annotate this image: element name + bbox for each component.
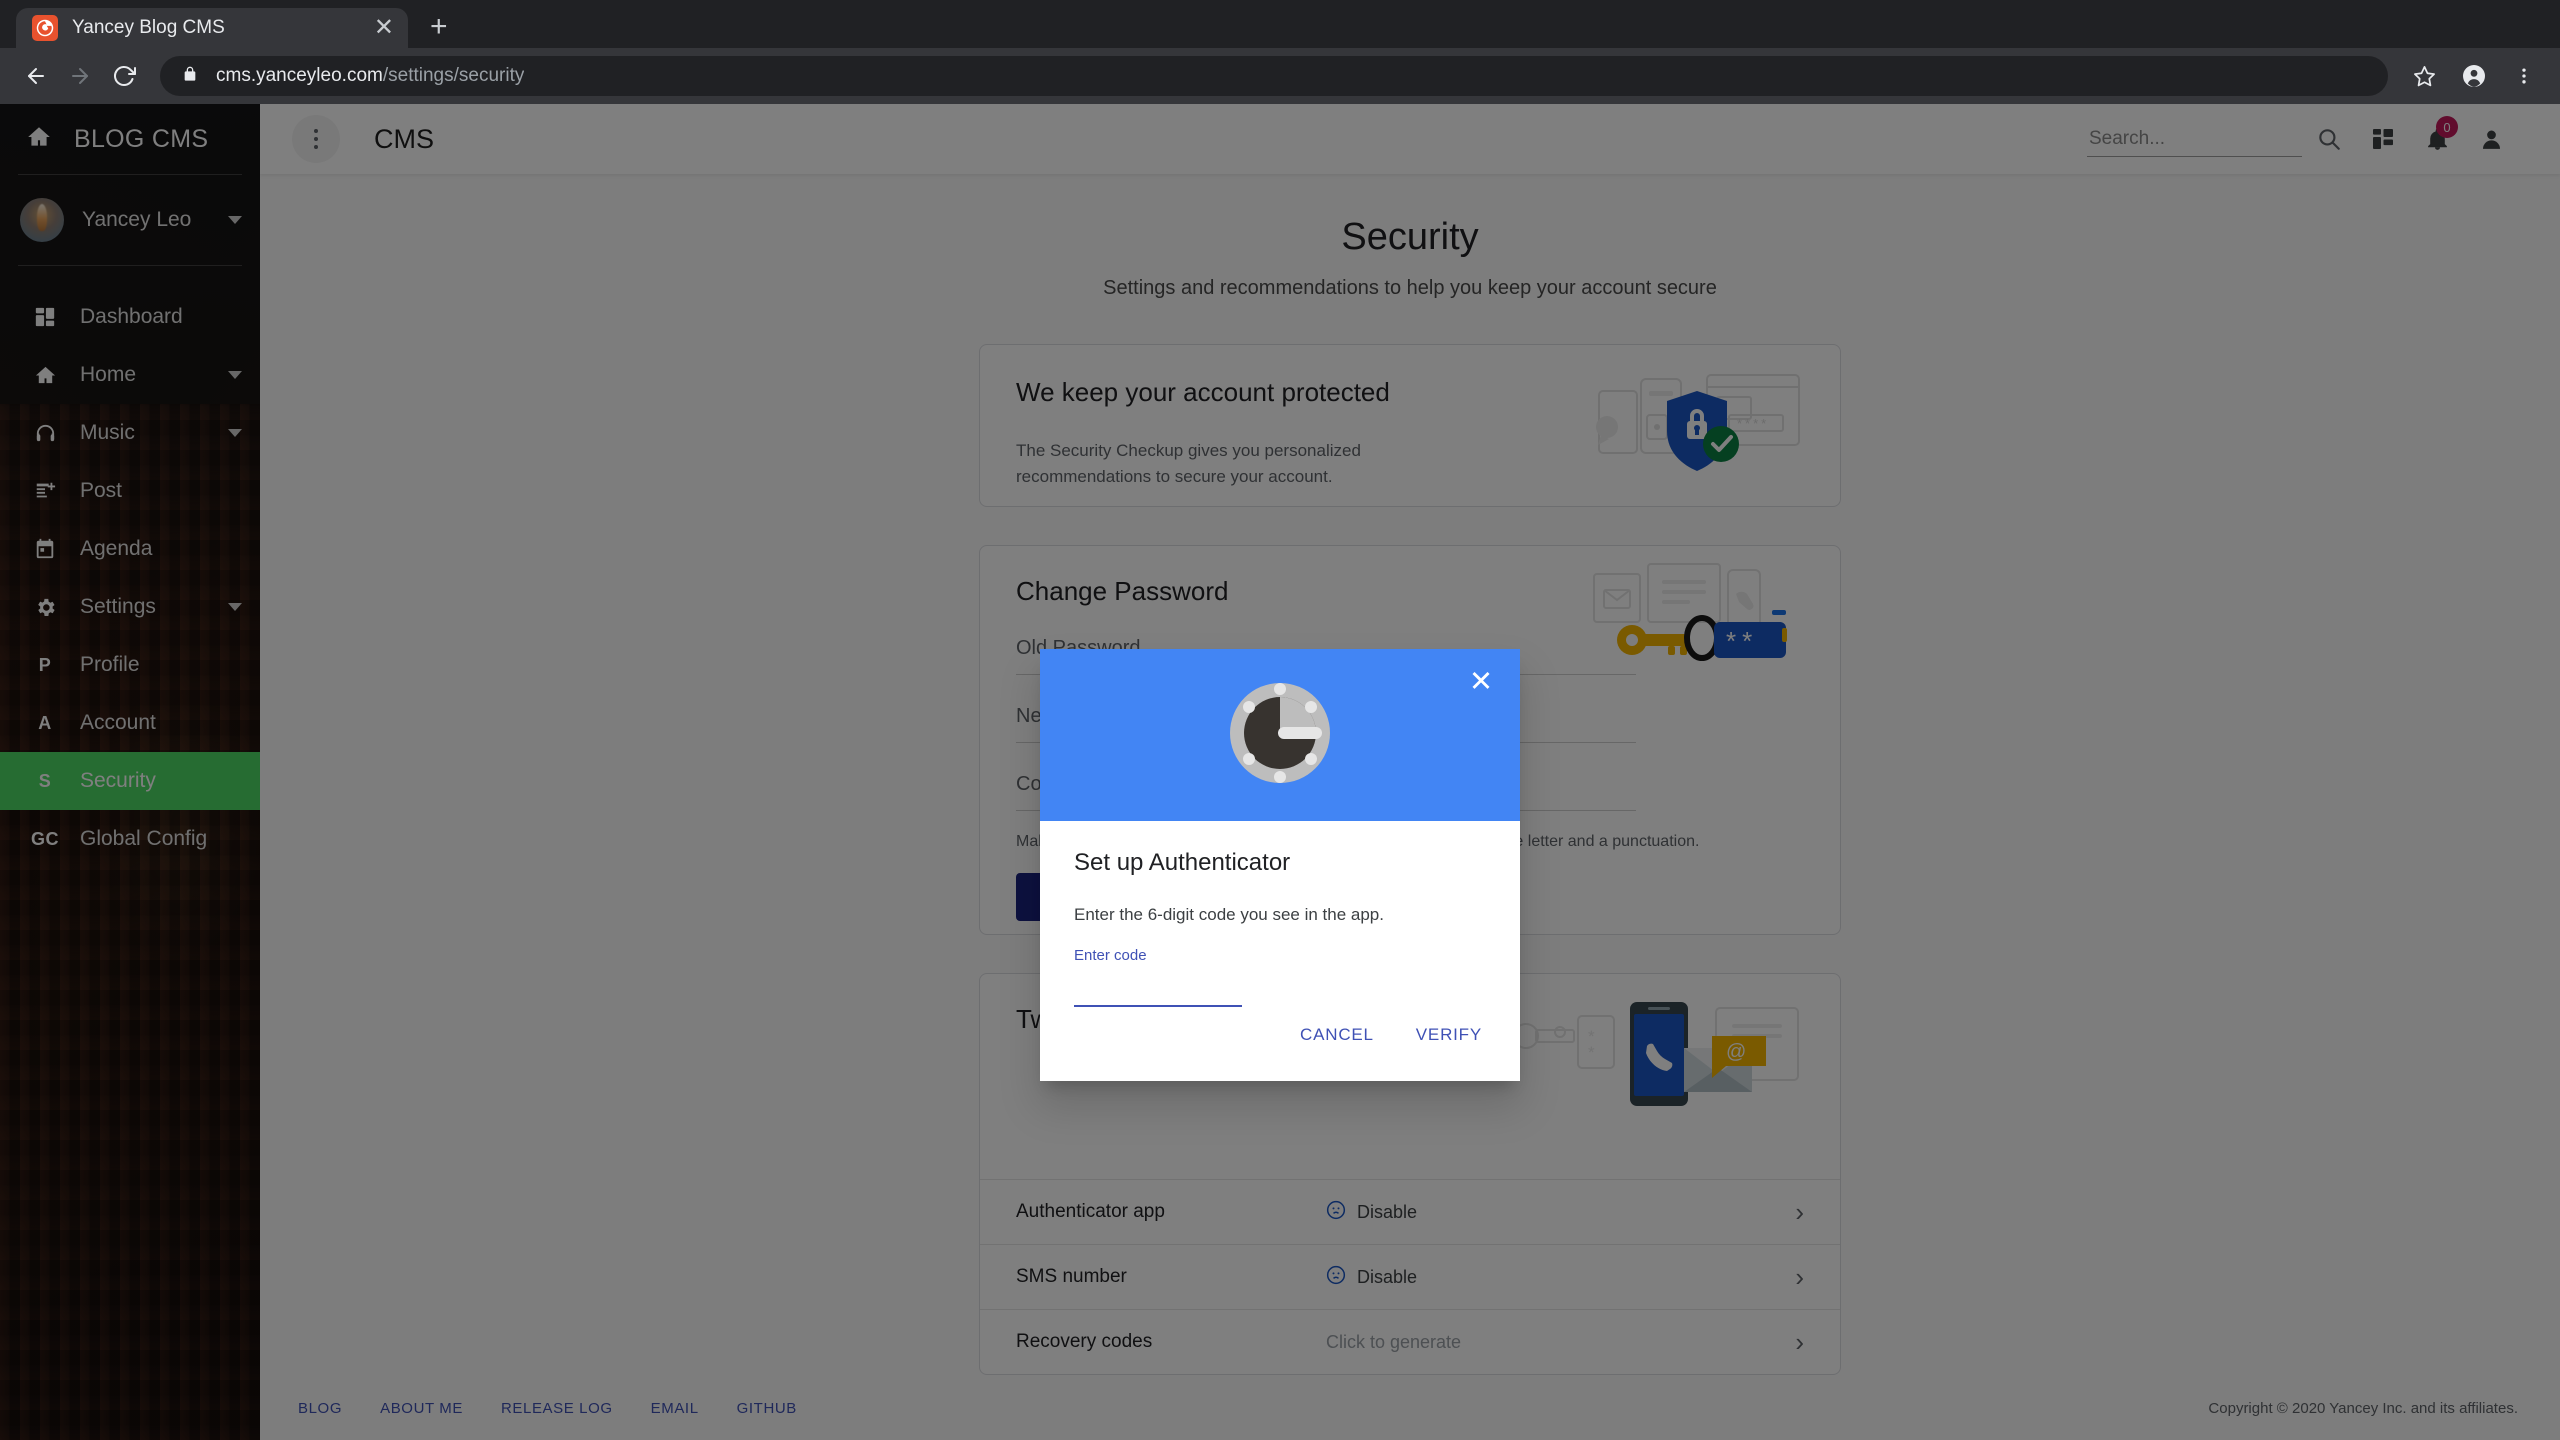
favicon-icon bbox=[32, 15, 58, 41]
forward-icon[interactable] bbox=[58, 54, 102, 98]
url-text: cms.yanceyleo.com/settings/security bbox=[216, 65, 524, 87]
toolbar-actions bbox=[2402, 54, 2546, 98]
back-icon[interactable] bbox=[14, 54, 58, 98]
dialog-body: Set up Authenticator Enter the 6-digit c… bbox=[1040, 821, 1520, 1013]
dialog-actions: CANCEL VERIFY bbox=[1040, 1013, 1520, 1081]
browser-tab[interactable]: Yancey Blog CMS ✕ bbox=[16, 8, 408, 48]
enter-code-label: Enter code bbox=[1074, 947, 1147, 964]
cancel-button[interactable]: CANCEL bbox=[1286, 1013, 1388, 1057]
setup-authenticator-dialog: ✕ Set up Authenticator Enter the 6-digit… bbox=[1040, 649, 1520, 1081]
new-tab-icon[interactable]: + bbox=[430, 12, 448, 42]
url-host: cms.yanceyleo.com bbox=[216, 65, 383, 86]
dialog-title: Set up Authenticator bbox=[1074, 849, 1291, 876]
browser-menu-icon[interactable] bbox=[2502, 54, 2546, 98]
tab-title: Yancey Blog CMS bbox=[72, 17, 225, 38]
dialog-description: Enter the 6-digit code you see in the ap… bbox=[1074, 905, 1384, 924]
lock-icon bbox=[182, 66, 198, 87]
app-viewport: BLOG CMS Yancey Leo Dashboard bbox=[0, 104, 2560, 1440]
close-icon[interactable]: ✕ bbox=[1464, 665, 1498, 699]
url-path: /settings/security bbox=[382, 65, 525, 86]
browser-toolbar: cms.yanceyleo.com/settings/security bbox=[0, 48, 2560, 104]
browser-tabstrip: Yancey Blog CMS ✕ + bbox=[0, 0, 2560, 48]
google-authenticator-logo bbox=[1218, 671, 1342, 800]
dialog-hero: ✕ bbox=[1040, 649, 1520, 821]
bookmark-star-icon[interactable] bbox=[2402, 54, 2446, 98]
enter-code-input[interactable] bbox=[1074, 974, 1242, 1007]
browser-profile-icon[interactable] bbox=[2452, 54, 2496, 98]
address-bar[interactable]: cms.yanceyleo.com/settings/security bbox=[160, 56, 2388, 96]
verify-button[interactable]: VERIFY bbox=[1402, 1013, 1496, 1057]
browser-window: Yancey Blog CMS ✕ + cms.yanceyleo.com/se… bbox=[0, 0, 2560, 1440]
reload-icon[interactable] bbox=[102, 54, 146, 98]
close-tab-icon[interactable]: ✕ bbox=[374, 16, 394, 40]
